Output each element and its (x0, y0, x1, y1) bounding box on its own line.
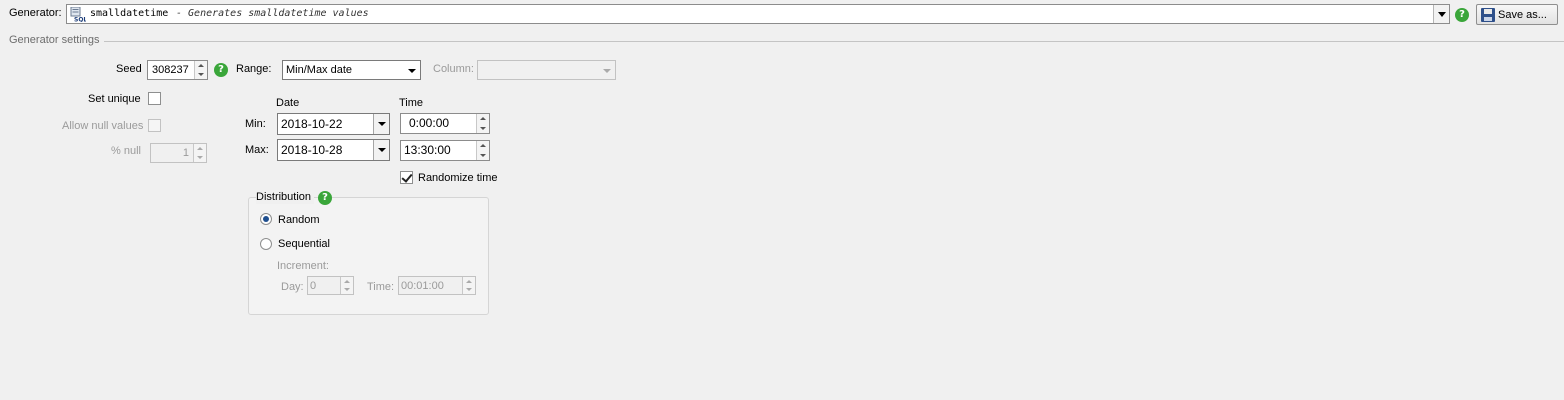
calendar-dropdown-icon[interactable] (373, 140, 389, 160)
column-label: Column: (433, 63, 474, 75)
increment-day-value: 0 (310, 280, 317, 292)
sql-icon: SQL (70, 6, 87, 24)
range-select[interactable]: Min/Max date (282, 60, 421, 80)
min-date-value: 2018-10-22 (281, 117, 343, 131)
distribution-help-icon[interactable]: ? (318, 191, 332, 205)
max-date-picker[interactable]: 2018-10-28 (277, 139, 390, 161)
randomize-time-label: Randomize time (418, 172, 498, 184)
calendar-dropdown-icon[interactable] (373, 114, 389, 134)
increment-time-spinner[interactable] (462, 277, 475, 294)
allow-null-label: Allow null values (62, 120, 144, 132)
sequential-radio[interactable] (260, 238, 272, 250)
max-time-spinner[interactable] (476, 141, 489, 160)
seed-spinner[interactable] (194, 61, 207, 79)
group-divider (104, 41, 1564, 42)
randomize-time-checkbox[interactable] (400, 171, 413, 184)
max-label: Max: (245, 144, 269, 156)
day-label: Day: (281, 281, 304, 293)
generator-label: Generator: (9, 7, 62, 19)
floppy-disk-icon (1481, 8, 1495, 22)
min-time-field[interactable]: 0:00:00 (400, 113, 490, 134)
generator-select[interactable]: SQL smalldatetime - Generates smalldatet… (66, 4, 1450, 24)
sequential-label: Sequential (278, 238, 330, 250)
increment-time-value: 00:01:00 (401, 280, 444, 292)
help-icon[interactable]: ? (1455, 8, 1469, 22)
percent-null-value: 1 (182, 147, 189, 159)
max-date-value: 2018-10-28 (281, 143, 343, 157)
save-as-button[interactable]: Save as... (1476, 4, 1558, 25)
seed-help-icon[interactable]: ? (214, 63, 228, 77)
time-increment-label: Time: (367, 281, 395, 293)
svg-text:SQL: SQL (74, 17, 86, 23)
distribution-title: Distribution (256, 190, 315, 204)
seed-label: Seed (116, 63, 142, 75)
percent-null-label: % null (111, 145, 141, 157)
min-label: Min: (245, 118, 266, 130)
increment-label: Increment: (277, 260, 329, 272)
chevron-down-icon[interactable] (599, 61, 615, 79)
chevron-down-icon[interactable] (1433, 5, 1449, 23)
chevron-down-icon[interactable] (404, 61, 420, 79)
date-header: Date (276, 97, 300, 109)
column-select[interactable] (477, 60, 616, 80)
seed-field[interactable]: 308237 (147, 60, 208, 80)
increment-day-field[interactable]: 0 (307, 276, 354, 295)
set-unique-label: Set unique (88, 93, 141, 105)
range-label: Range: (236, 63, 272, 75)
seed-value: 308237 (152, 64, 189, 76)
range-value: Min/Max date (286, 64, 353, 76)
min-time-value: 0:00:00 (409, 116, 450, 130)
save-as-label: Save as... (1498, 9, 1547, 21)
allow-null-checkbox[interactable] (148, 119, 161, 132)
set-unique-checkbox[interactable] (148, 92, 161, 105)
generator-description: - Generates smalldatetime values (176, 8, 369, 19)
time-header: Time (399, 97, 424, 109)
increment-day-spinner[interactable] (340, 277, 353, 294)
min-date-picker[interactable]: 2018-10-22 (277, 113, 390, 135)
increment-time-field[interactable]: 00:01:00 (398, 276, 476, 295)
percent-null-spinner[interactable] (193, 144, 206, 162)
min-time-spinner[interactable] (476, 114, 489, 133)
generator-name: smalldatetime (90, 8, 169, 19)
max-time-field[interactable]: 13:30:00 (400, 140, 490, 161)
percent-null-field[interactable]: 1 (150, 143, 207, 163)
max-time-value: 13:30:00 (404, 143, 451, 157)
generator-settings-title: Generator settings (9, 34, 100, 46)
random-radio[interactable] (260, 213, 272, 225)
random-label: Random (278, 214, 320, 226)
